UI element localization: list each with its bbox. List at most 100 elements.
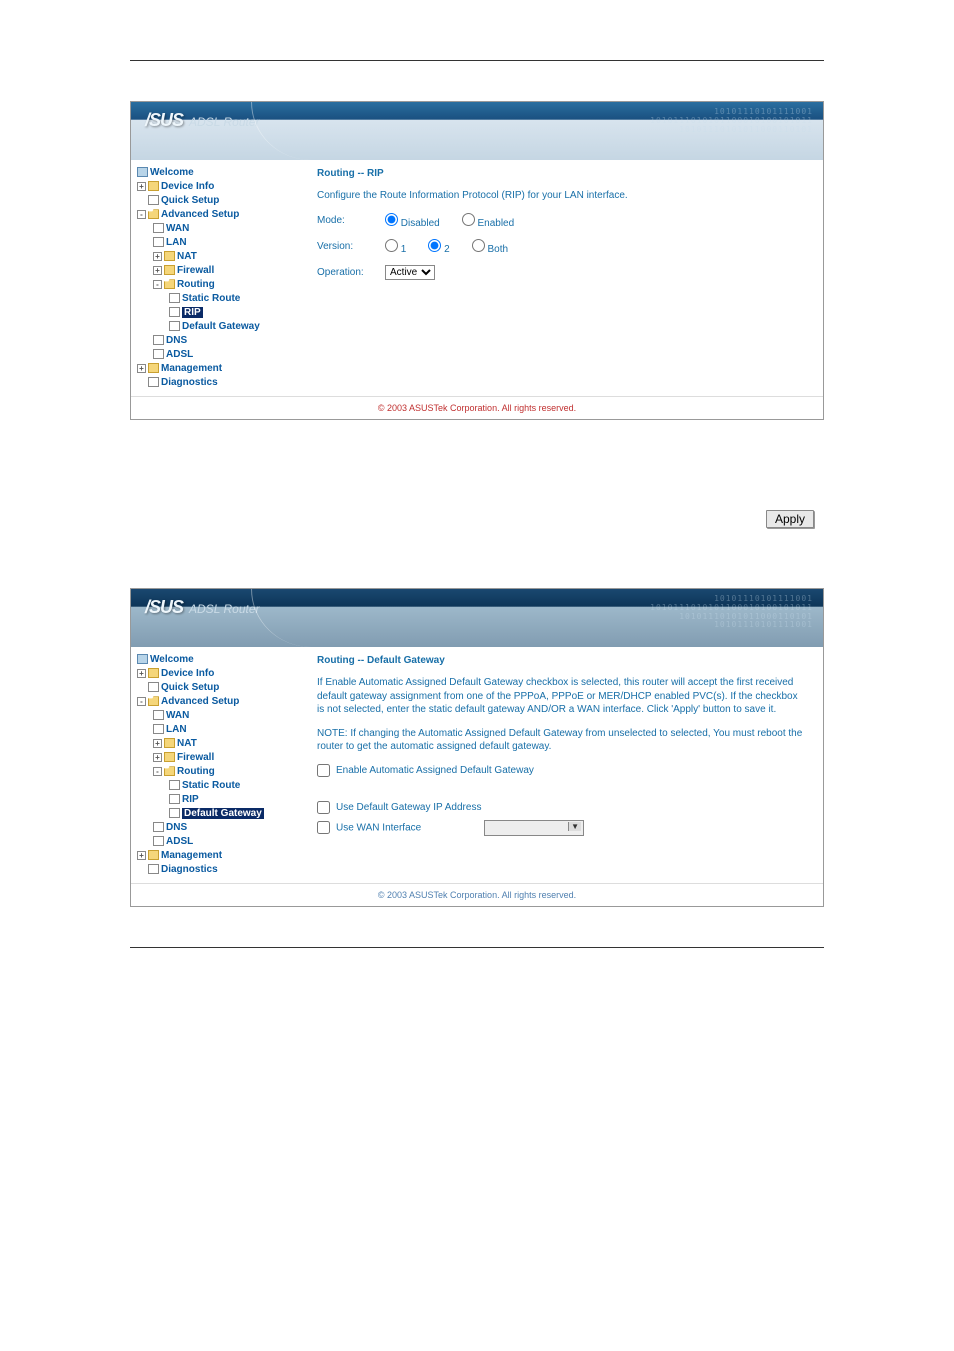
tree-lan[interactable]: LAN bbox=[166, 724, 187, 735]
tree-firewall[interactable]: Firewall bbox=[177, 265, 214, 276]
dg-title: Routing -- Default Gateway bbox=[317, 655, 805, 666]
tree-static-route[interactable]: Static Route bbox=[182, 293, 240, 304]
expand-nat[interactable]: + bbox=[153, 739, 162, 748]
banner-binary: 10101110101111001 1010111010101100010100… bbox=[650, 108, 813, 134]
mode-disabled-radio[interactable] bbox=[385, 213, 398, 226]
doc-icon bbox=[169, 808, 180, 818]
router-panel-rip: /SUS ADSL Router 10101110101111001 10101… bbox=[130, 101, 824, 420]
apply-button[interactable]: Apply bbox=[766, 510, 814, 528]
doc-icon bbox=[169, 321, 180, 331]
use-wan-interface-checkbox[interactable] bbox=[317, 821, 330, 834]
tree-device-info[interactable]: Device Info bbox=[161, 181, 214, 192]
banner: /SUS ADSL Router 10101110101111001 10101… bbox=[131, 102, 823, 160]
rip-desc: Configure the Route Information Protocol… bbox=[317, 189, 805, 203]
enable-auto-gateway-checkbox[interactable] bbox=[317, 764, 330, 777]
operation-select[interactable]: Active bbox=[385, 265, 435, 280]
collapse-routing[interactable]: - bbox=[153, 280, 162, 289]
content-rip: Routing -- RIP Configure the Route Infor… bbox=[299, 160, 823, 396]
collapse-advanced[interactable]: - bbox=[137, 697, 146, 706]
expand-management[interactable]: + bbox=[137, 851, 146, 860]
top-rule bbox=[130, 60, 824, 61]
desktop-icon bbox=[137, 654, 148, 664]
tree-wan[interactable]: WAN bbox=[166, 223, 189, 234]
rip-title: Routing -- RIP bbox=[317, 168, 805, 179]
tree-nat[interactable]: NAT bbox=[177, 738, 197, 749]
folder-open-icon bbox=[164, 766, 175, 776]
tree-quick-setup[interactable]: Quick Setup bbox=[161, 195, 219, 206]
tree-welcome[interactable]: Welcome bbox=[150, 167, 194, 178]
expand-nat[interactable]: + bbox=[153, 252, 162, 261]
folder-open-icon bbox=[148, 696, 159, 706]
footer-copyright: © 2003 ASUSTek Corporation. All rights r… bbox=[131, 883, 823, 906]
tree-default-gateway[interactable]: Default Gateway bbox=[182, 321, 260, 332]
tree-rip[interactable]: RIP bbox=[182, 794, 199, 805]
expand-device-info[interactable]: + bbox=[137, 669, 146, 678]
expand-firewall[interactable]: + bbox=[153, 753, 162, 762]
use-default-ip-label: Use Default Gateway IP Address bbox=[336, 802, 481, 813]
tree-lan[interactable]: LAN bbox=[166, 237, 187, 248]
collapse-advanced[interactable]: - bbox=[137, 210, 146, 219]
tree-dns[interactable]: DNS bbox=[166, 822, 187, 833]
mode-label: Mode: bbox=[317, 215, 375, 226]
version-1-radio[interactable] bbox=[385, 239, 398, 252]
version-2-radio[interactable] bbox=[428, 239, 441, 252]
folder-icon bbox=[148, 850, 159, 860]
expand-firewall[interactable]: + bbox=[153, 266, 162, 275]
doc-icon bbox=[148, 195, 159, 205]
tree-welcome[interactable]: Welcome bbox=[150, 654, 194, 665]
tree-quick-setup[interactable]: Quick Setup bbox=[161, 682, 219, 693]
expand-device-info[interactable]: + bbox=[137, 182, 146, 191]
folder-open-icon bbox=[164, 279, 175, 289]
doc-icon bbox=[153, 724, 164, 734]
version-both-radio[interactable] bbox=[472, 239, 485, 252]
tree-default-gateway[interactable]: Default Gateway bbox=[182, 808, 264, 819]
tree-management[interactable]: Management bbox=[161, 850, 222, 861]
tree-adsl[interactable]: ADSL bbox=[166, 349, 193, 360]
tree-rip[interactable]: RIP bbox=[182, 307, 203, 318]
doc-icon bbox=[153, 335, 164, 345]
tree-wan[interactable]: WAN bbox=[166, 710, 189, 721]
folder-icon bbox=[164, 251, 175, 261]
tree-static-route[interactable]: Static Route bbox=[182, 780, 240, 791]
nav-tree: Welcome + Device Info Quick Setup - Advanc… bbox=[131, 160, 299, 396]
folder-open-icon bbox=[148, 209, 159, 219]
folder-icon bbox=[148, 181, 159, 191]
mode-enabled-radio[interactable] bbox=[462, 213, 475, 226]
tree-advanced-setup[interactable]: Advanced Setup bbox=[161, 209, 239, 220]
tree-adsl[interactable]: ADSL bbox=[166, 836, 193, 847]
doc-icon bbox=[169, 780, 180, 790]
expand-management[interactable]: + bbox=[137, 364, 146, 373]
doc-icon bbox=[148, 682, 159, 692]
router-panel-default-gateway: /SUS ADSL Router 10101110101111001 10101… bbox=[130, 588, 824, 907]
collapse-routing[interactable]: - bbox=[153, 767, 162, 776]
tree-diagnostics[interactable]: Diagnostics bbox=[161, 864, 218, 875]
tree-nat[interactable]: NAT bbox=[177, 251, 197, 262]
doc-icon bbox=[169, 293, 180, 303]
use-default-ip-checkbox[interactable] bbox=[317, 801, 330, 814]
tree-routing[interactable]: Routing bbox=[177, 279, 215, 290]
tree-diagnostics[interactable]: Diagnostics bbox=[161, 377, 218, 388]
use-wan-interface-label: Use WAN Interface bbox=[336, 822, 421, 833]
doc-icon bbox=[153, 822, 164, 832]
tree-dns[interactable]: DNS bbox=[166, 335, 187, 346]
doc-icon bbox=[169, 307, 180, 317]
bottom-rule bbox=[130, 947, 824, 948]
tree-management[interactable]: Management bbox=[161, 363, 222, 374]
product-name: ADSL Router bbox=[189, 602, 259, 616]
content-default-gateway: Routing -- Default Gateway If Enable Aut… bbox=[299, 647, 823, 883]
banner: /SUS ADSL Router 10101110101111001 10101… bbox=[131, 589, 823, 647]
tree-advanced-setup[interactable]: Advanced Setup bbox=[161, 696, 239, 707]
tree-device-info[interactable]: Device Info bbox=[161, 668, 214, 679]
doc-icon bbox=[153, 710, 164, 720]
desktop-icon bbox=[137, 167, 148, 177]
tree-routing[interactable]: Routing bbox=[177, 766, 215, 777]
tree-firewall[interactable]: Firewall bbox=[177, 752, 214, 763]
folder-icon bbox=[164, 265, 175, 275]
version-label: Version: bbox=[317, 241, 375, 252]
folder-icon bbox=[164, 738, 175, 748]
wan-interface-select[interactable] bbox=[484, 820, 584, 836]
operation-label: Operation: bbox=[317, 267, 375, 278]
doc-icon bbox=[153, 223, 164, 233]
asus-logo: /SUS bbox=[145, 110, 183, 131]
footer-copyright: © 2003 ASUSTek Corporation. All rights r… bbox=[131, 396, 823, 419]
